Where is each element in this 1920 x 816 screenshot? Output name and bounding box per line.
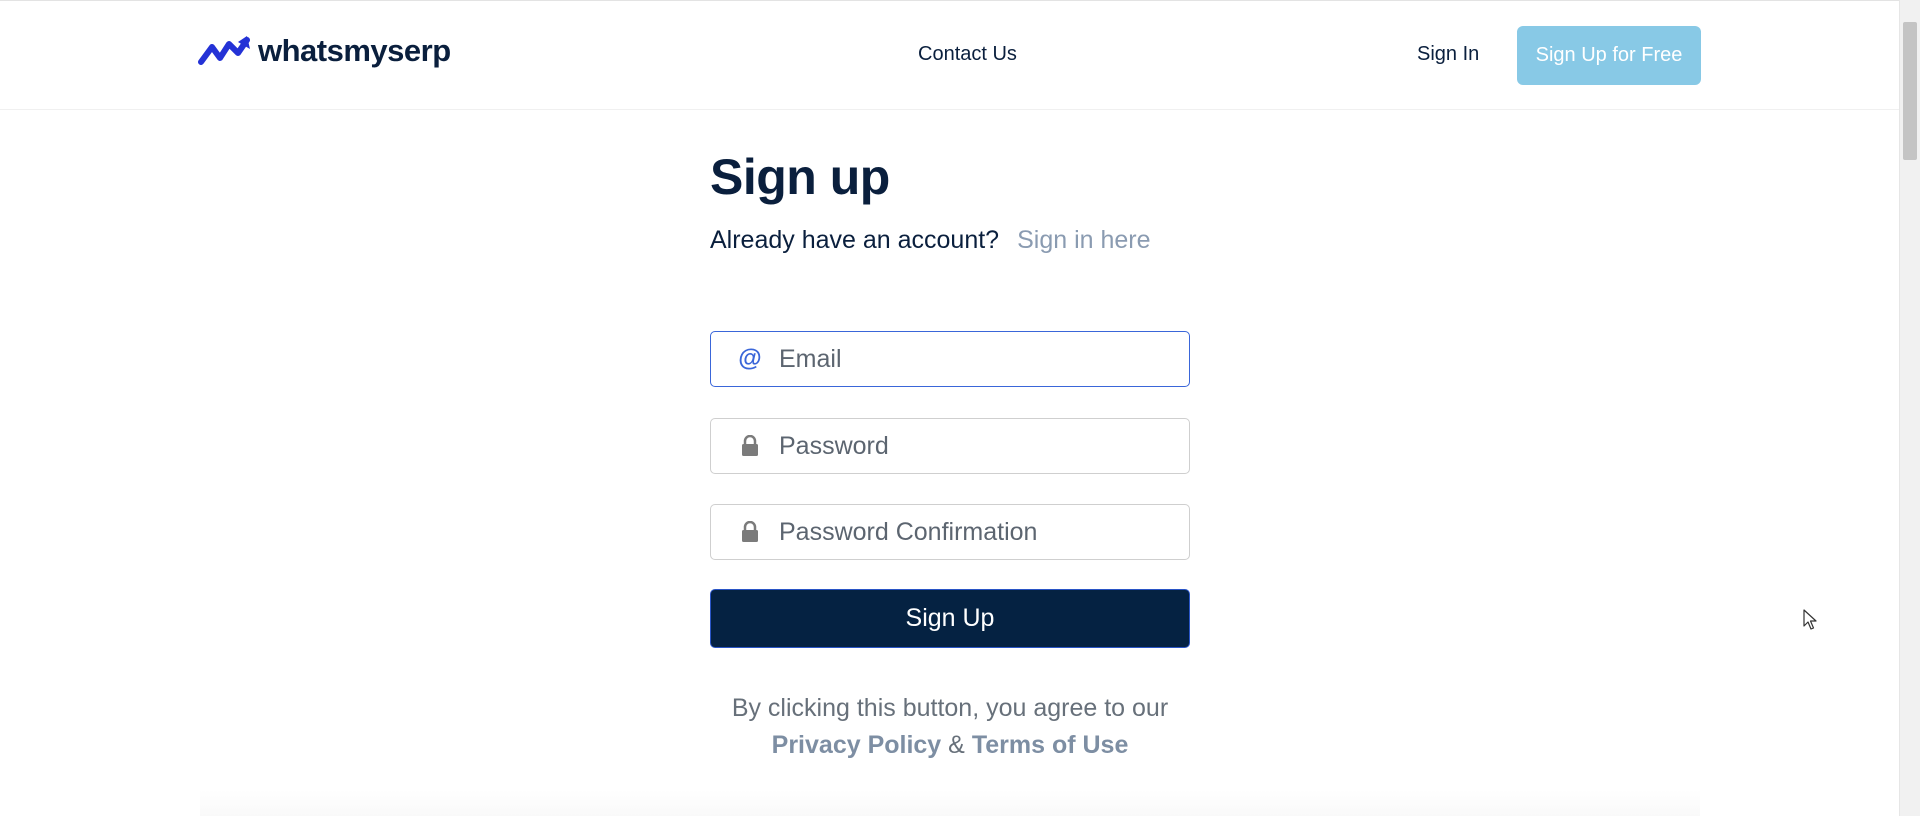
terms-of-use-link[interactable]: Terms of Use: [972, 731, 1129, 759]
at-icon: @: [738, 345, 762, 372]
password-field[interactable]: Password: [710, 418, 1190, 474]
trend-arrow-icon: [198, 36, 250, 65]
email-field[interactable]: @ Email: [710, 331, 1190, 387]
ampersand: &: [948, 731, 965, 759]
password-placeholder: Password: [779, 431, 889, 460]
logo-text: whatsmyserp: [258, 33, 451, 68]
privacy-policy-link[interactable]: Privacy Policy: [772, 731, 942, 759]
password-confirmation-field[interactable]: Password Confirmation: [710, 504, 1190, 560]
password-confirmation-placeholder: Password Confirmation: [779, 517, 1038, 546]
sign-up-button[interactable]: Sign Up: [710, 589, 1190, 648]
terms-text: By clicking this button, you agree to ou…: [731, 694, 1169, 722]
site-header: whatsmyserp Contact Us Sign In Sign Up f…: [0, 1, 1900, 110]
lock-icon: [735, 435, 765, 457]
footer-edge: [200, 790, 1700, 816]
page: whatsmyserp Contact Us Sign In Sign Up f…: [0, 0, 1920, 816]
mouse-cursor-icon: [1803, 609, 1817, 630]
nav-sign-up-button[interactable]: Sign Up for Free: [1517, 26, 1701, 85]
email-placeholder: Email: [779, 344, 842, 373]
scrollbar-thumb[interactable]: [1903, 22, 1917, 160]
terms-notice: By clicking this button, you agree to ou…: [700, 690, 1200, 764]
signin-prompt: Already have an account? Sign in here: [710, 226, 1151, 255]
logo[interactable]: whatsmyserp: [198, 31, 451, 71]
sign-in-here-link[interactable]: Sign in here: [1017, 226, 1150, 254]
nav-sign-in-link[interactable]: Sign In: [1417, 43, 1479, 66]
nav-contact-us-link[interactable]: Contact Us: [918, 43, 1017, 66]
terms-links: Privacy Policy & Terms of Use: [700, 727, 1200, 764]
lock-icon: [735, 521, 765, 543]
already-account-text: Already have an account?: [710, 226, 1000, 254]
vertical-scrollbar[interactable]: [1899, 0, 1920, 816]
page-title: Sign up: [710, 149, 890, 205]
